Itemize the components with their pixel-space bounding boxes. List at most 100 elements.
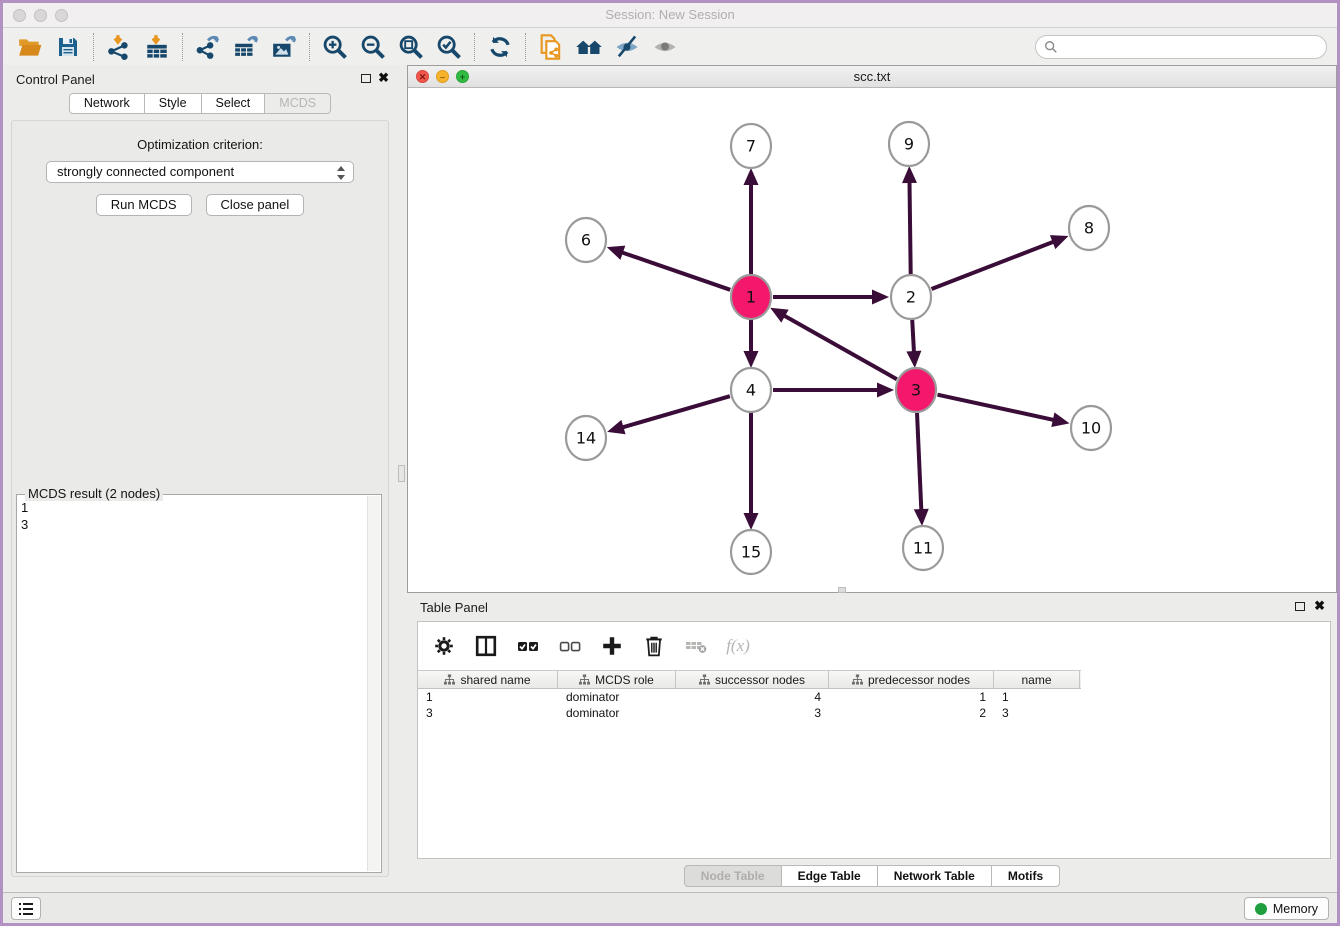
graph-node-10[interactable]: 10 <box>1071 406 1111 450</box>
float-table-panel-icon[interactable] <box>1295 602 1305 611</box>
column-header-MCDS-role[interactable]: MCDS role <box>558 671 676 688</box>
graph-edge-1-2[interactable] <box>773 290 889 305</box>
column-header-predecessor-nodes[interactable]: predecessor nodes <box>829 671 994 688</box>
graph-node-1[interactable]: 1 <box>731 275 771 319</box>
column-header-shared-name[interactable]: shared name <box>418 671 558 688</box>
criterion-select[interactable]: strongly connected component <box>46 161 354 183</box>
network-canvas[interactable]: 7 9 6 8 1 2 4 3 14 10 15 11 <box>408 88 1336 592</box>
graph-edge-1-4[interactable] <box>744 319 759 368</box>
graph-edge-2-9[interactable] <box>902 166 917 275</box>
tab-select[interactable]: Select <box>202 93 266 114</box>
table-cell[interactable]: 3 <box>994 705 1080 721</box>
table-cell[interactable]: 1 <box>994 689 1080 705</box>
table-settings-icon[interactable] <box>432 634 456 658</box>
tab-mcds[interactable]: MCDS <box>265 93 331 114</box>
svg-text:2: 2 <box>906 288 916 307</box>
task-history-button[interactable] <box>11 897 41 920</box>
graph-edge-4-3[interactable] <box>773 383 894 398</box>
table-row[interactable]: 3dominator323 <box>418 705 1330 721</box>
tab-network-table[interactable]: Network Table <box>878 865 992 887</box>
add-row-icon[interactable] <box>600 634 624 658</box>
svg-text:1: 1 <box>746 288 756 307</box>
table-panel-title: Table Panel <box>420 600 488 615</box>
export-network-icon[interactable] <box>189 31 227 63</box>
graph-node-7[interactable]: 7 <box>731 124 771 168</box>
save-session-icon[interactable] <box>49 31 87 63</box>
memory-button[interactable]: Memory <box>1244 897 1329 920</box>
graph-node-6[interactable]: 6 <box>566 218 606 262</box>
import-network-icon[interactable] <box>100 31 138 63</box>
close-panel-button[interactable]: Close panel <box>206 194 305 216</box>
graph-node-11[interactable]: 11 <box>903 526 943 570</box>
zoom-in-icon[interactable] <box>316 31 354 63</box>
export-table-icon[interactable] <box>227 31 265 63</box>
zoom-selected-icon[interactable] <box>430 31 468 63</box>
svg-text:15: 15 <box>741 543 761 562</box>
hide-selected-icon[interactable] <box>608 31 646 63</box>
graph-edge-3-10[interactable] <box>937 395 1069 427</box>
main-toolbar <box>3 28 1337 66</box>
search-input[interactable] <box>1064 40 1318 54</box>
table-cell[interactable]: dominator <box>558 705 676 721</box>
graph-node-14[interactable]: 14 <box>566 416 606 460</box>
export-image-icon[interactable] <box>265 31 303 63</box>
graph-node-4[interactable]: 4 <box>731 368 771 412</box>
show-all-networks-icon[interactable] <box>570 31 608 63</box>
first-neighbors-icon[interactable] <box>532 31 570 63</box>
table-cell[interactable]: 1 <box>829 689 994 705</box>
select-all-icon[interactable] <box>516 634 540 658</box>
table-cell[interactable]: 3 <box>676 705 829 721</box>
panel-splitter[interactable] <box>397 65 407 892</box>
mcds-panel: Optimization criterion: strongly connect… <box>11 120 389 877</box>
graph-node-3[interactable]: 3 <box>896 368 936 412</box>
zoom-fit-icon[interactable] <box>392 31 430 63</box>
graph-node-8[interactable]: 8 <box>1069 206 1109 250</box>
svg-text:11: 11 <box>913 539 933 558</box>
result-scrollbar[interactable] <box>367 496 380 871</box>
graph-node-2[interactable]: 2 <box>891 275 931 319</box>
graph-node-15[interactable]: 15 <box>731 530 771 574</box>
table-cell[interactable]: 3 <box>418 705 558 721</box>
delete-table-icon[interactable] <box>684 634 708 658</box>
show-all-icon[interactable] <box>646 31 684 63</box>
open-session-icon[interactable] <box>11 31 49 63</box>
graph-node-9[interactable]: 9 <box>889 122 929 166</box>
table-body: 1dominator4113dominator323 <box>418 689 1330 721</box>
table-cell[interactable]: 2 <box>829 705 994 721</box>
svg-text:10: 10 <box>1081 419 1101 438</box>
graph-edge-4-15[interactable] <box>744 412 759 530</box>
zoom-out-icon[interactable] <box>354 31 392 63</box>
import-table-icon[interactable] <box>138 31 176 63</box>
show-columns-icon[interactable] <box>474 634 498 658</box>
deselect-all-icon[interactable] <box>558 634 582 658</box>
tab-style[interactable]: Style <box>145 93 202 114</box>
column-header-name[interactable]: name <box>994 671 1080 688</box>
table-cell[interactable]: dominator <box>558 689 676 705</box>
table-row[interactable]: 1dominator411 <box>418 689 1330 705</box>
graph-edge-1-6[interactable] <box>607 246 730 290</box>
tab-network[interactable]: Network <box>69 93 145 114</box>
tab-edge-table[interactable]: Edge Table <box>782 865 878 887</box>
graph-edge-2-3[interactable] <box>906 319 921 368</box>
graph-edge-3-11[interactable] <box>914 412 929 526</box>
graph-edge-3-1[interactable] <box>770 308 897 379</box>
table-cell[interactable]: 4 <box>676 689 829 705</box>
tab-node-table[interactable]: Node Table <box>684 865 782 887</box>
refresh-view-icon[interactable] <box>481 31 519 63</box>
function-builder-icon[interactable]: f(x) <box>726 634 750 658</box>
run-mcds-button[interactable]: Run MCDS <box>96 194 192 216</box>
tab-motifs[interactable]: Motifs <box>992 865 1060 887</box>
close-panel-icon[interactable]: ✖ <box>378 70 389 86</box>
close-table-panel-icon[interactable]: ✖ <box>1314 598 1325 614</box>
svg-text:7: 7 <box>746 137 756 156</box>
graph-edge-2-8[interactable] <box>932 235 1069 289</box>
search-box[interactable] <box>1035 35 1327 59</box>
shared-column-icon <box>699 674 710 685</box>
table-cell[interactable]: 1 <box>418 689 558 705</box>
graph-edge-4-14[interactable] <box>607 396 730 434</box>
splitter-grip[interactable] <box>398 465 405 482</box>
float-panel-icon[interactable] <box>361 74 371 83</box>
graph-edge-1-7[interactable] <box>744 168 759 275</box>
column-header-successor-nodes[interactable]: successor nodes <box>676 671 829 688</box>
delete-row-icon[interactable] <box>642 634 666 658</box>
